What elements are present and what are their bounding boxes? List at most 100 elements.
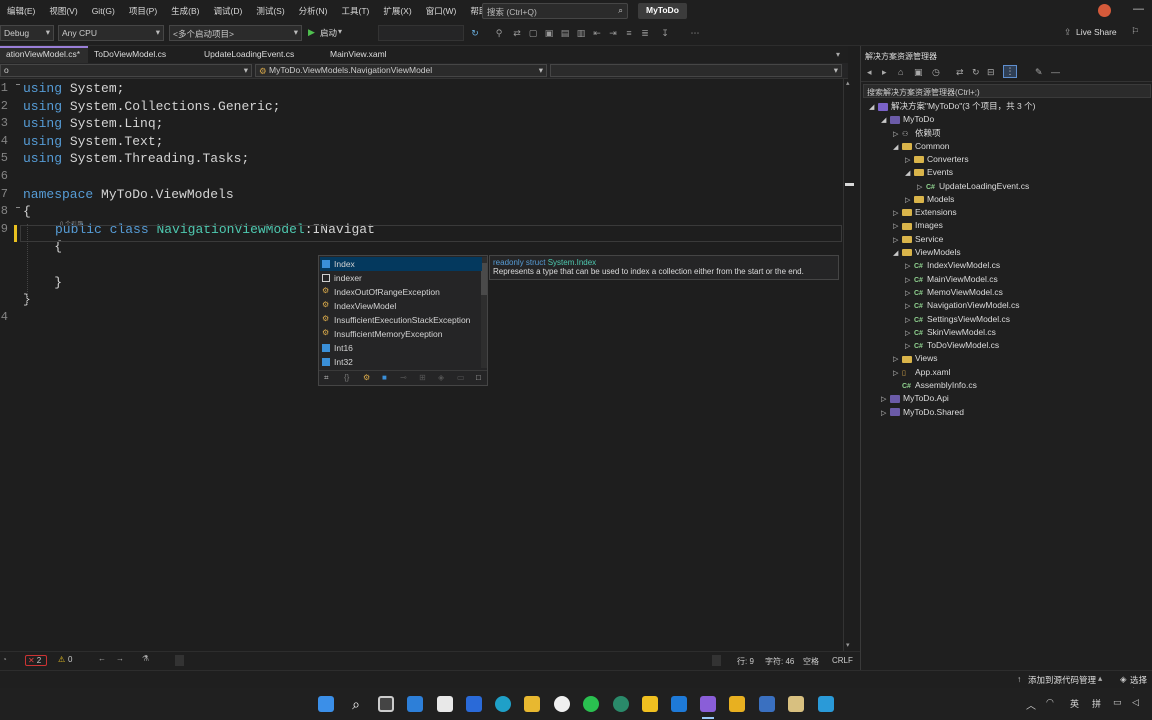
type-nav-dropdown[interactable]: ⚙ MyToDo.ViewModels.NavigationViewModel ▾ [255,64,547,77]
widgets-icon[interactable] [407,696,423,712]
errors-indicator[interactable]: ✕ 2 [25,655,47,666]
expand-arrow-icon[interactable]: ▷ [893,222,902,230]
expand-arrow-icon[interactable]: ▷ [893,236,902,244]
expand-arrow-icon[interactable]: ▷ [905,289,914,297]
switch-views-icon[interactable]: ▣ [914,67,923,78]
filter-namespace-icon[interactable]: {} [344,373,349,382]
expand-arrow-icon[interactable]: ▷ [893,209,902,217]
platform-dropdown[interactable]: Any CPU ▾ [58,25,164,41]
toolbar-more-icon[interactable]: ⋯ [690,27,700,39]
menu-item[interactable]: Git(G) [85,6,122,16]
expand-arrow-icon[interactable]: ▷ [905,329,914,337]
add-to-source-control[interactable]: 添加到源代码管理 [1028,674,1096,686]
collapse-arrow-icon[interactable]: ◢ [893,143,902,151]
solution-search-input[interactable]: 搜索解决方案资源管理器(Ctrl+;) [863,84,1151,98]
scroll-up-icon[interactable]: ▴ [846,79,850,87]
tree-node[interactable]: ▷ C# UpdateLoadingEvent.cs [917,181,1029,194]
collapse-arrow-icon[interactable]: ◢ [905,169,914,177]
refresh-icon[interactable]: ↻ [972,67,980,78]
project-nav-dropdown[interactable]: o ▾ [0,64,252,77]
menu-item[interactable]: 窗口(W) [419,5,464,17]
tree-node[interactable]: ▷ C# SkinViewModel.cs [905,327,996,340]
editor-tab[interactable]: MainView.xaml [324,46,404,63]
refresh-icon[interactable]: ↻ [470,27,480,39]
ime-mode[interactable]: 拼 [1092,697,1101,710]
outdent-icon[interactable]: ⇤ [592,27,602,39]
expand-arrow-icon[interactable]: ▷ [905,276,914,284]
tree-node[interactable]: ▷ Models [905,194,954,207]
collapse-all-icon[interactable]: ⊟ [987,67,995,78]
menu-item[interactable]: 分析(N) [292,5,335,17]
collapse-arrow-icon[interactable]: ◢ [893,249,902,257]
app-s-icon[interactable] [818,696,834,712]
chevron-down-icon[interactable]: ▾ [338,27,342,36]
scroll-down-icon[interactable]: ▾ [846,641,850,649]
feedback-icon[interactable]: ⚐ [1131,26,1139,37]
tree-node[interactable]: ▷ C# NavigationViewModel.cs [905,300,1019,313]
tree-node[interactable]: ▷ Converters [905,154,969,167]
account-avatar[interactable] [1098,4,1111,17]
line-ending-indicator[interactable]: CRLF [832,656,853,665]
horizontal-scroll-right[interactable] [712,655,721,666]
expand-arrow-icon[interactable]: ▷ [881,409,890,417]
tree-node[interactable]: ▷ C# MainViewModel.cs [905,274,998,287]
expand-arrow-icon[interactable]: ▷ [905,302,914,310]
app-w-icon[interactable] [788,696,804,712]
indent-icon[interactable]: ⇥ [608,27,618,39]
expand-arrow-icon[interactable]: ▷ [917,183,926,191]
expand-arrow-icon[interactable]: ▷ [893,369,902,377]
tray-network-icon[interactable]: ▭ [1113,697,1122,708]
filter-snippet-icon[interactable]: ▭ [457,373,465,382]
menu-item[interactable]: 扩展(X) [376,5,418,17]
qq-icon[interactable] [554,696,570,712]
menu-item[interactable]: 生成(B) [164,5,206,17]
tree-node[interactable]: ▷ Extensions [893,207,957,220]
warnings-count[interactable]: 0 [68,655,72,664]
vscode-icon[interactable] [671,696,687,712]
column-indicator[interactable]: 字符: 46 [765,656,794,667]
completion-item[interactable]: ⚙ InsufficientMemoryException [320,327,482,341]
expand-arrow-icon[interactable]: ▷ [881,395,890,403]
expand-arrow-icon[interactable]: ▷ [893,130,902,138]
completion-item[interactable]: Int32 [320,355,482,369]
menu-item[interactable]: 测试(S) [249,5,291,17]
zoom-icon[interactable]: ◔ [2,655,7,664]
uncomment-icon[interactable]: ≣ [640,27,650,39]
filter-class-icon[interactable]: ⚙ [363,373,370,382]
menu-item[interactable]: 工具(T) [334,5,376,17]
store-icon[interactable] [437,696,453,712]
app-green-icon[interactable] [613,696,629,712]
back-icon[interactable]: ◂ [867,67,872,78]
completion-item[interactable]: ⚙ IndexViewModel [320,299,482,313]
app-pen-icon[interactable] [729,696,745,712]
tree-node[interactable]: ◢ MyToDo [881,114,934,127]
bookmark-icon[interactable]: ▢ [528,27,538,39]
file-explorer-icon[interactable] [524,696,540,712]
live-share-icon[interactable]: ⇪ [1064,27,1072,38]
properties-icon[interactable]: ✎ [1035,67,1043,78]
tree-node[interactable]: ▷ MyToDo.Shared [881,407,964,420]
expand-arrow-icon[interactable]: ▷ [905,342,914,350]
menu-item[interactable]: 项目(P) [122,5,164,17]
completion-item[interactable]: Index [320,257,482,271]
pending-changes-icon[interactable]: ◷ [932,67,940,78]
tree-node[interactable]: ▷ C# ToDoViewModel.cs [905,340,999,353]
code-cleanup-icon[interactable]: ⚗ [142,654,149,663]
tree-node[interactable]: ◢ Events [905,167,953,180]
nav-back-icon[interactable]: ← [98,654,106,663]
search-icon[interactable]: ⌕ [348,696,364,712]
expand-arrow-icon[interactable]: ▷ [905,262,914,270]
comment-icon[interactable]: ≡ [624,27,634,39]
tray-volume-icon[interactable]: ◁ [1132,697,1139,708]
ime-lang[interactable]: 英 [1070,697,1079,710]
config-dropdown[interactable]: Debug ▾ [0,25,54,41]
solution-root-node[interactable]: ◢ 解决方案"MyToDo"(3 个项目，共 3 个) [869,100,1035,113]
tree-node[interactable]: ▷ Service [893,234,943,247]
tree-node[interactable]: C# AssemblyInfo.cs [893,380,977,393]
tree-node[interactable]: ◢ Common [893,141,949,154]
step-icon[interactable]: ↧ [660,27,670,39]
editor-tab[interactable]: ationViewModel.cs* [0,46,88,63]
nav-forward-icon[interactable]: → [116,654,124,663]
menu-item[interactable]: 编辑(E) [0,5,42,17]
start-label[interactable]: 启动 [320,27,337,39]
